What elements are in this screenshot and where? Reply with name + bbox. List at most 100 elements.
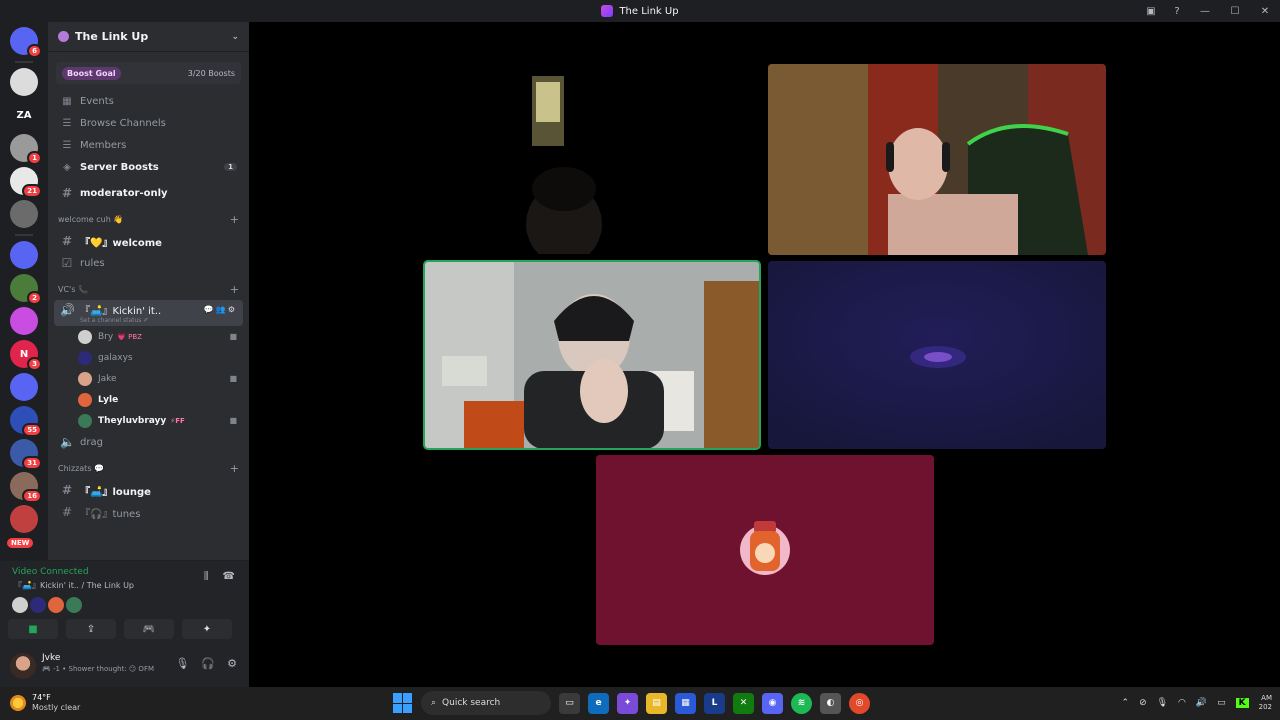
channel-actions[interactable]: 💬👥⚙ bbox=[204, 305, 237, 314]
server-linkup-icon[interactable] bbox=[10, 307, 38, 335]
weather-desc: Mostly clear bbox=[32, 703, 81, 712]
channel-item[interactable]: # 『💛』welcome bbox=[48, 230, 249, 252]
video-tile-lyle[interactable] bbox=[596, 455, 934, 645]
server-folder-2-icon[interactable] bbox=[10, 373, 38, 401]
soundboard-button[interactable]: ✦ bbox=[182, 619, 232, 639]
video-tile-streamer[interactable] bbox=[768, 64, 1106, 255]
close-button[interactable]: ✕ bbox=[1250, 0, 1280, 22]
discord-home-icon[interactable]: 6 bbox=[10, 27, 42, 58]
voice-channel-path[interactable]: 『🛋️』Kickin' it.. / The Link Up bbox=[14, 580, 134, 591]
avatar bbox=[78, 350, 92, 365]
app-icon-gray[interactable]: ◐ bbox=[820, 692, 841, 714]
avatar bbox=[78, 329, 92, 344]
channel-item[interactable]: # 『🎧』tunes bbox=[48, 501, 249, 523]
avatar[interactable] bbox=[12, 597, 28, 613]
windows-start-icon[interactable] bbox=[393, 693, 413, 713]
discord-taskbar-icon[interactable]: ◉ bbox=[762, 692, 783, 714]
channel-drag[interactable]: 🔈 drag bbox=[48, 431, 249, 453]
chevron-up-icon[interactable]: ⌃ bbox=[1122, 698, 1130, 708]
gear-icon[interactable]: ⚙ bbox=[227, 657, 237, 670]
store-icon[interactable]: ▦ bbox=[675, 692, 696, 714]
category-vcs[interactable]: VC's 📞 + bbox=[48, 278, 249, 300]
clock[interactable]: AM 202 bbox=[1259, 694, 1272, 712]
channel-item[interactable]: # 『🛋️』lounge bbox=[48, 479, 249, 501]
avatar[interactable] bbox=[48, 597, 64, 613]
activities-button[interactable]: 🎮 bbox=[124, 619, 174, 639]
nav-server-boosts[interactable]: ◈ Server Boosts 1 bbox=[48, 156, 249, 178]
hash-icon: # bbox=[61, 234, 73, 248]
app-icon bbox=[601, 5, 614, 17]
mention-badge: 1 bbox=[27, 151, 42, 165]
help-icon[interactable]: ? bbox=[1164, 0, 1190, 22]
network-off-icon[interactable]: ⊘ bbox=[1139, 698, 1147, 708]
video-tile-speaking[interactable] bbox=[423, 260, 761, 450]
copilot-icon[interactable]: ✦ bbox=[617, 692, 638, 714]
edge-icon[interactable]: e bbox=[588, 692, 609, 714]
channel-moderator-only[interactable]: # moderator-only bbox=[48, 182, 249, 204]
inbox-icon[interactable]: ▣ bbox=[1138, 0, 1164, 22]
category-label: VC's 📞 bbox=[58, 284, 88, 294]
nav-browse-channels[interactable]: ☰ Browse Channels bbox=[48, 112, 249, 134]
server-fortis-icon[interactable] bbox=[10, 68, 38, 96]
avatar[interactable] bbox=[10, 653, 36, 679]
server-girl-icon[interactable]: 31 bbox=[10, 439, 42, 470]
mention-badge: 55 bbox=[22, 423, 42, 437]
voice-user[interactable]: Lyle bbox=[48, 389, 249, 410]
server-crowd-icon[interactable]: 1 bbox=[10, 134, 42, 165]
speaking-user-video bbox=[424, 261, 760, 449]
headphones-icon[interactable]: 🎧 bbox=[201, 657, 215, 670]
nav-events[interactable]: ▦ Events bbox=[48, 90, 249, 112]
channel-status[interactable]: Set a channel status ✐ bbox=[60, 317, 148, 324]
mention-badge: 16 bbox=[22, 489, 42, 503]
add-channel-icon[interactable]: + bbox=[230, 462, 239, 475]
server-face-icon[interactable]: 16 bbox=[10, 472, 42, 503]
launcher-l-icon[interactable]: L bbox=[704, 692, 725, 714]
volume-icon[interactable]: 🔊 bbox=[1196, 698, 1207, 708]
screen-share-button[interactable]: ⇪ bbox=[66, 619, 116, 639]
camera-button[interactable]: ■ bbox=[8, 619, 58, 639]
add-channel-icon[interactable]: + bbox=[230, 213, 239, 226]
avatar[interactable] bbox=[66, 597, 82, 613]
boost-goal-bar[interactable]: Boost Goal 3/20 Boosts bbox=[56, 62, 241, 84]
spotify-icon[interactable]: ≋ bbox=[791, 692, 812, 714]
server-fog-icon[interactable] bbox=[10, 200, 38, 228]
mic-icon[interactable]: 🎙 bbox=[175, 657, 189, 670]
voice-user[interactable]: Bry 💗 PBZ ■ bbox=[48, 326, 249, 347]
weather-widget[interactable]: 74°F Mostly clear bbox=[10, 693, 80, 713]
channel-kickin-it[interactable]: 🔊 『🛋️』Kickin' it.. 💬👥⚙ Set a channel sta… bbox=[54, 300, 243, 326]
server-folder-icon[interactable] bbox=[10, 241, 38, 269]
taskbar-search[interactable]: ⌕ Quick search bbox=[421, 691, 551, 715]
category-chizzats[interactable]: Chizzats 💬 + bbox=[48, 457, 249, 479]
mic-tray-icon[interactable]: 🎙 bbox=[1157, 698, 1168, 708]
video-tile-galaxys[interactable] bbox=[768, 261, 1106, 449]
avatar[interactable] bbox=[30, 597, 46, 613]
add-channel-icon[interactable]: + bbox=[230, 283, 239, 296]
voice-user[interactable]: Theyluvbrayy ⚡FF ■ bbox=[48, 410, 249, 431]
server-n-icon[interactable]: N3 bbox=[10, 340, 42, 371]
server-za-icon[interactable]: ZA bbox=[10, 101, 38, 129]
nav-members[interactable]: ☰ Members bbox=[48, 134, 249, 156]
guild-header[interactable]: The Link Up ⌄ bbox=[48, 22, 249, 52]
battery-icon[interactable]: ▭ bbox=[1217, 698, 1226, 708]
server-blue-icon[interactable]: 55 bbox=[10, 406, 42, 437]
maximize-button[interactable]: ☐ bbox=[1220, 0, 1250, 22]
user-tag: 💗 PBZ bbox=[117, 332, 142, 341]
channel-label: 『💛』welcome bbox=[80, 237, 162, 249]
channel-item[interactable]: ☑ rules bbox=[48, 252, 249, 274]
xbox-icon[interactable]: ✕ bbox=[733, 692, 754, 714]
noise-suppression-icon[interactable]: ⫼ bbox=[204, 571, 209, 582]
file-explorer-icon[interactable]: ▤ bbox=[646, 692, 667, 714]
server-green-icon[interactable]: 2 bbox=[10, 274, 42, 305]
disconnect-icon[interactable]: ☎ bbox=[223, 571, 235, 582]
task-view-icon[interactable]: ▭ bbox=[559, 692, 580, 714]
voice-user[interactable]: galaxys bbox=[48, 347, 249, 368]
wifi-icon[interactable]: ◠ bbox=[1178, 698, 1186, 708]
minimize-button[interactable]: — bbox=[1190, 0, 1220, 22]
voice-user[interactable]: Jake ■ bbox=[48, 368, 249, 389]
video-tile-dark[interactable] bbox=[424, 64, 760, 254]
server-red-icon[interactable] bbox=[10, 505, 38, 533]
server-skull-icon[interactable]: 21 bbox=[10, 167, 42, 198]
category-welcome[interactable]: welcome cuh 👋 + bbox=[48, 208, 249, 230]
kick-icon[interactable]: K bbox=[1235, 698, 1249, 708]
chrome-icon[interactable]: ◎ bbox=[849, 692, 870, 714]
